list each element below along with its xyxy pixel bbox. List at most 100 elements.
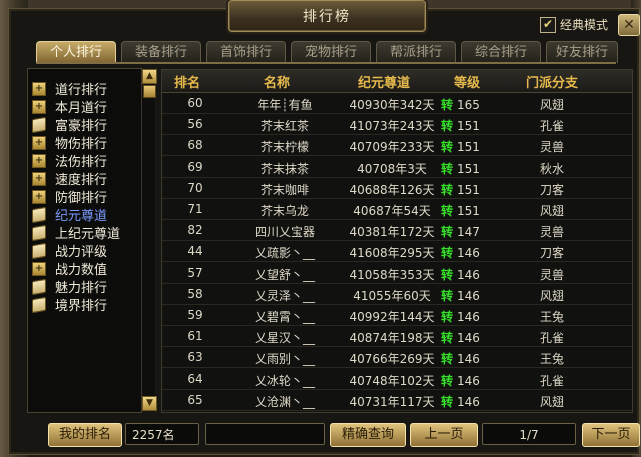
- rank-cell: 44: [187, 244, 203, 259]
- era-value-cell: 40992年144天: [349, 310, 435, 324]
- tab-guild[interactable]: 帮派排行: [376, 41, 456, 63]
- rank-cell: 65: [187, 392, 203, 407]
- sidebar-item-defense[interactable]: + 防御排行: [32, 188, 107, 206]
- rebirth-prefix: 转: [441, 246, 454, 261]
- table-row[interactable]: 59 乂碧霄丶__ 40992年144天转 146 王兔: [162, 305, 632, 326]
- rebirth-prefix: 转: [441, 119, 454, 134]
- sidebar-item-realm[interactable]: 境界排行: [32, 296, 107, 314]
- scroll-up-icon[interactable]: ▲: [142, 69, 157, 84]
- book-icon: [32, 224, 46, 241]
- table-row[interactable]: 65 乂沧渊丶__ 40731年117天转 146 风翅: [162, 390, 632, 411]
- branch-cell: 灵兽: [539, 267, 564, 282]
- sidebar-item-era-zundao[interactable]: 纪元尊道: [32, 206, 107, 224]
- branch-cell: 风翅: [539, 98, 564, 112]
- era-value-cell: 40874年198天: [349, 331, 435, 346]
- plus-icon: +: [32, 189, 46, 204]
- rebirth-prefix: 转: [441, 161, 454, 176]
- tab-equipment[interactable]: 装备排行: [121, 41, 201, 63]
- table-row[interactable]: 68 芥末柠檬 40709年233天转 151 灵兽: [162, 135, 632, 157]
- sidebar-item-charm[interactable]: 魅力排行: [32, 278, 107, 296]
- my-rank-value: 2257名: [125, 423, 199, 445]
- rank-cell: 58: [187, 286, 203, 301]
- table-row[interactable]: 70 芥末咖啡 40688年126天转 151 刀客: [162, 178, 632, 199]
- sidebar-item-power-value[interactable]: + 战力数值: [32, 260, 107, 278]
- rank-cell: 56: [187, 117, 203, 132]
- table-row[interactable]: 57 乂望舒丶__ 41058年353天转 146 灵兽: [162, 263, 632, 284]
- tab-personal[interactable]: 个人排行: [36, 41, 116, 63]
- sidebar-item-magic-damage[interactable]: + 法伤排行: [32, 152, 107, 170]
- plus-icon: +: [32, 81, 46, 96]
- sidebar-item-power-rating[interactable]: 战力评级: [32, 242, 107, 260]
- level-value: 146: [457, 331, 480, 346]
- table-row[interactable]: 58 乂灵泽丶__ 41055年60天转 146 风翅: [162, 284, 632, 305]
- tab-jewelry[interactable]: 首饰排行: [206, 41, 286, 63]
- header-level: 等级: [454, 76, 481, 91]
- rebirth-prefix: 转: [441, 204, 454, 218]
- sidebar-item-wealth[interactable]: 富豪排行: [32, 116, 107, 134]
- exact-search-button[interactable]: 精确查询: [330, 423, 406, 447]
- level-value: 146: [457, 373, 480, 388]
- branch-cell: 刀客: [539, 182, 564, 197]
- my-rank-button[interactable]: 我的排名: [48, 423, 122, 447]
- tab-overall[interactable]: 综合排行: [461, 41, 541, 63]
- classic-mode-checkbox[interactable]: ✔: [540, 17, 556, 33]
- level-cell: 转 146: [441, 308, 480, 325]
- rank-cell: 71: [187, 202, 203, 216]
- tab-pet[interactable]: 宠物排行: [291, 41, 371, 63]
- era-value-cell: 40708年3天: [357, 161, 427, 176]
- level-cell: 转 147: [441, 223, 480, 240]
- rank-cell: 60: [187, 96, 203, 110]
- table-row[interactable]: 71 芥末乌龙 40687年54天转 151 风翅: [162, 199, 632, 220]
- book-icon: [32, 206, 46, 223]
- sidebar-item-monthly-daoxing[interactable]: + 本月道行: [32, 98, 107, 116]
- branch-cell: 风翅: [539, 204, 564, 218]
- scroll-thumb[interactable]: [143, 85, 156, 98]
- category-tabs: 个人排行 装备排行 首饰排行 宠物排行 帮派排行 综合排行 好友排行: [36, 41, 618, 63]
- table-row[interactable]: 64 乂冰轮丶__ 40748年102天转 146 孔雀: [162, 369, 632, 390]
- level-cell: 转 151: [441, 181, 480, 198]
- name-cell: 芥末咖啡: [260, 182, 309, 197]
- next-page-button[interactable]: 下一页: [582, 423, 640, 447]
- level-cell: 转 146: [441, 287, 480, 304]
- book-icon: [32, 242, 46, 259]
- search-input[interactable]: [205, 423, 325, 445]
- level-value: 151: [457, 161, 480, 176]
- level-cell: 转 146: [441, 329, 480, 346]
- sidebar-scrollbar[interactable]: ▲ ▼: [141, 69, 157, 411]
- level-cell: 转 146: [441, 244, 480, 261]
- sidebar-item-prev-era-zundao[interactable]: 上纪元尊道: [32, 224, 120, 242]
- rebirth-prefix: 转: [441, 182, 454, 197]
- level-value: 146: [457, 310, 480, 324]
- table-row[interactable]: 60 年年┊有鱼 40930年342天转 165 风翅: [162, 93, 632, 114]
- table-row[interactable]: 56 芥末红茶 41073年243天转 151 孔雀: [162, 114, 632, 136]
- close-icon[interactable]: ✕: [618, 14, 640, 36]
- rank-cell: 59: [187, 308, 203, 322]
- branch-cell: 风翅: [539, 394, 564, 409]
- rebirth-prefix: 转: [441, 331, 454, 346]
- table-row[interactable]: 69 芥末抹茶 40708年3天转 151 秋水: [162, 157, 632, 178]
- sidebar-item-physical-damage[interactable]: + 物伤排行: [32, 134, 107, 152]
- rank-cell: 69: [187, 159, 203, 174]
- window-title-plate: 排行榜: [228, 0, 426, 32]
- level-value: 151: [457, 204, 480, 218]
- level-value: 165: [457, 98, 480, 112]
- era-value-cell: 40709年233天: [349, 140, 435, 155]
- tab-friends[interactable]: 好友排行: [546, 41, 618, 63]
- rebirth-prefix: 转: [441, 225, 454, 240]
- level-value: 146: [457, 288, 480, 303]
- era-value-cell: 40688年126天: [349, 182, 435, 197]
- sidebar-item-daoxing[interactable]: + 道行排行: [32, 80, 107, 98]
- table-row[interactable]: 82 四川乂宝器 40381年172天转 147 灵兽: [162, 220, 632, 242]
- table-row[interactable]: 44 乂疏影丶__ 41608年295天转 146 刀客: [162, 241, 632, 263]
- table-row[interactable]: 61 乂星汉丶__ 40874年198天转 146 孔雀: [162, 326, 632, 348]
- prev-page-button[interactable]: 上一页: [410, 423, 478, 447]
- sidebar-item-speed[interactable]: + 速度排行: [32, 170, 107, 188]
- rank-cell: 64: [187, 371, 203, 386]
- rebirth-prefix: 转: [441, 267, 454, 282]
- scroll-down-icon[interactable]: ▼: [142, 396, 157, 411]
- table-row[interactable]: 63 乂雨别丶__ 40766年269天转 146 王兔: [162, 347, 632, 369]
- era-value-cell: 41073年243天: [349, 119, 435, 134]
- rank-cell: 68: [187, 138, 203, 153]
- name-cell: 年年┊有鱼: [257, 98, 313, 112]
- era-value-cell: 41058年353天: [349, 267, 435, 282]
